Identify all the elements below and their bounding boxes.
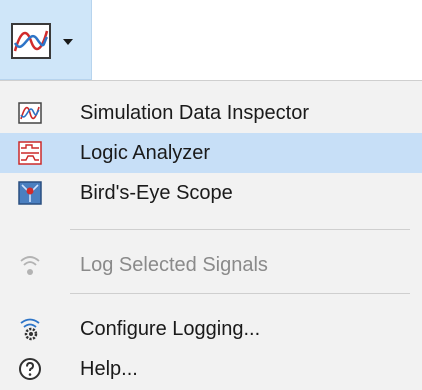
menu-item-label: Help... (80, 358, 138, 380)
sdi-icon (18, 102, 42, 124)
birds-eye-scope-icon (18, 181, 42, 205)
menu-separator (70, 293, 410, 294)
sdi-toolbar-button[interactable] (0, 0, 92, 80)
help-icon (19, 358, 41, 380)
menu-item-label: Simulation Data Inspector (80, 102, 310, 124)
menu-item-logic-analyzer[interactable]: Logic Analyzer (0, 133, 422, 173)
sdi-dropdown-icon (11, 23, 51, 59)
menu-item-log-selected-signals: Log Selected Signals (0, 245, 422, 285)
menu-item-help[interactable]: Help... (0, 349, 422, 389)
chevron-down-icon[interactable] (62, 37, 74, 47)
menu-item-label: Bird's-Eye Scope (80, 182, 233, 204)
menu-item-label: Configure Logging... (80, 318, 261, 340)
log-signals-icon (20, 256, 40, 275)
menu-item-simulation-data-inspector[interactable]: Simulation Data Inspector (0, 93, 422, 133)
dropdown-menu: Simulation Data Inspector Logic Analyzer… (0, 80, 422, 390)
menu-item-label: Logic Analyzer (80, 142, 211, 164)
logic-analyzer-icon (18, 141, 42, 165)
menu-item-configure-logging[interactable]: Configure Logging... (0, 309, 422, 349)
menu-item-birds-eye-scope[interactable]: Bird's-Eye Scope (0, 173, 422, 213)
menu-separator (70, 229, 410, 230)
configure-logging-icon (20, 318, 40, 341)
menu-item-label: Log Selected Signals (80, 254, 268, 276)
